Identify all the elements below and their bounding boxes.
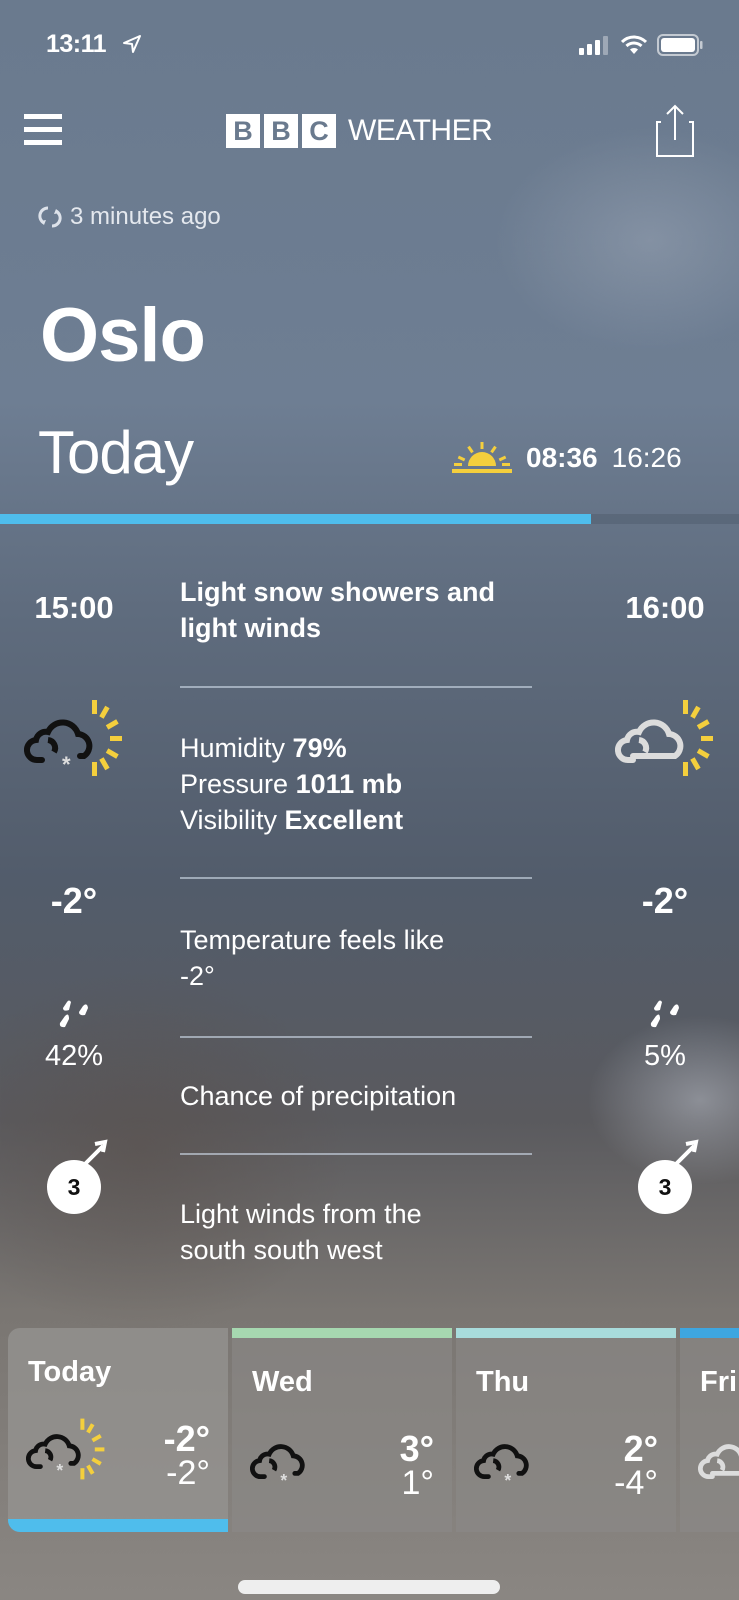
sunny-intervals-cloud-icon [595,700,735,790]
day-name: Wed [252,1366,313,1398]
humidity-row: Humidity 79% [180,730,530,766]
divider [180,1036,532,1038]
visibility-row: Visibility Excellent [180,802,530,838]
day-card-fri[interactable]: Fri [680,1328,739,1532]
nav-bar: B B C WEATHER [0,100,739,160]
day-name: Today [28,1356,112,1388]
city-name: Oslo [40,293,206,378]
sunrise-icon [452,442,512,473]
hour-temperature: -2° [641,880,689,921]
sunrise-sunset: 08:36 16:26 [452,442,682,474]
svg-text:*: * [62,752,71,777]
status-bar: 13:11 [0,0,739,90]
day-low: 1° [401,1464,434,1502]
wifi-icon [621,35,647,54]
pressure-row: Pressure 1011 mb [180,766,530,802]
wind-direction-icon: 3 [4,1139,144,1214]
hour-temperature: -2° [50,880,98,921]
visibility-label: Visibility [180,805,278,835]
day-progress-fill [0,514,592,524]
wind-description: Light winds from the south south west [180,1199,422,1265]
light-snow-icon: * [474,1444,529,1490]
home-indicator[interactable] [238,1580,500,1594]
last-updated[interactable]: 3 minutes ago [38,203,221,231]
conditions-block: Humidity 79% Pressure 1011 mb Visibility… [180,730,530,838]
bbc-weather-logo: B B C WEATHER [226,114,493,148]
wind-speed: 3 [638,1139,699,1214]
day-label: Today [38,419,194,486]
pressure-value: 1011 mb [295,769,403,799]
hour-precipitation: 5% [644,1040,686,1072]
last-updated-text: 3 minutes ago [70,203,221,230]
weather-summary: Light snow showers and light winds [180,577,496,643]
daily-forecast-strip: Today * -2° -2° Wed * 3° 1° Thu * 2° -4°… [8,1328,739,1532]
humidity-value: 79% [292,733,347,763]
location-arrow-icon [123,35,141,53]
share-icon[interactable] [655,104,695,158]
divider [180,877,532,879]
hour-time: 15:00 [34,590,114,625]
day-name: Thu [476,1366,530,1398]
wind-speed-value: 3 [658,1173,672,1200]
wind-speed-value: 3 [67,1173,81,1200]
day-card-wed[interactable]: Wed * 3° 1° [232,1328,452,1532]
wind-direction-icon: 3 [595,1139,735,1214]
logo-letter: B [226,114,260,148]
svg-text:*: * [280,1470,287,1490]
sunny-intervals-light-snow-icon: * [4,700,144,790]
hour-time: 16:00 [625,590,705,625]
raindrops-icon [4,1000,144,1030]
precipitation-label: Chance of precipitation [180,1081,457,1111]
day-card-today[interactable]: Today * -2° -2° [8,1328,228,1532]
status-time: 13:11 [46,30,107,58]
cellular-signal-icon [579,36,608,55]
humidity-label: Humidity [180,733,286,763]
feels-like-label: Temperature feels like [180,925,445,955]
day-progress-bar [0,514,739,524]
day-name: Fri [700,1366,738,1398]
divider [180,686,532,688]
hour-precipitation: 42% [44,1040,104,1072]
day-low: -4° [614,1464,658,1502]
svg-text:*: * [56,1460,63,1480]
day-card-thu[interactable]: Thu * 2° -4° [456,1328,676,1532]
svg-text:*: * [504,1470,511,1490]
visibility-value: Excellent [284,805,404,835]
divider [180,1153,532,1155]
wind-speed: 3 [47,1139,108,1214]
raindrops-icon [595,1000,735,1030]
day-low: -2° [166,1454,210,1492]
sunset-time: 16:26 [611,442,682,473]
logo-letter: B [264,114,298,148]
cloud-icon [698,1444,739,1480]
sunny-intervals-light-snow-icon: * [26,1418,105,1480]
logo-letter: C [302,114,336,148]
refresh-icon [38,206,62,228]
logo-word: WEATHER [348,114,493,147]
sunrise-time: 08:36 [526,442,598,473]
hamburger-menu-icon[interactable] [24,114,62,146]
light-snow-icon: * [250,1444,305,1490]
battery-icon [657,34,703,56]
pressure-label: Pressure [180,769,289,799]
feels-like-block: Temperature feels like -2° [180,922,530,994]
feels-like-value: -2° [180,961,215,991]
